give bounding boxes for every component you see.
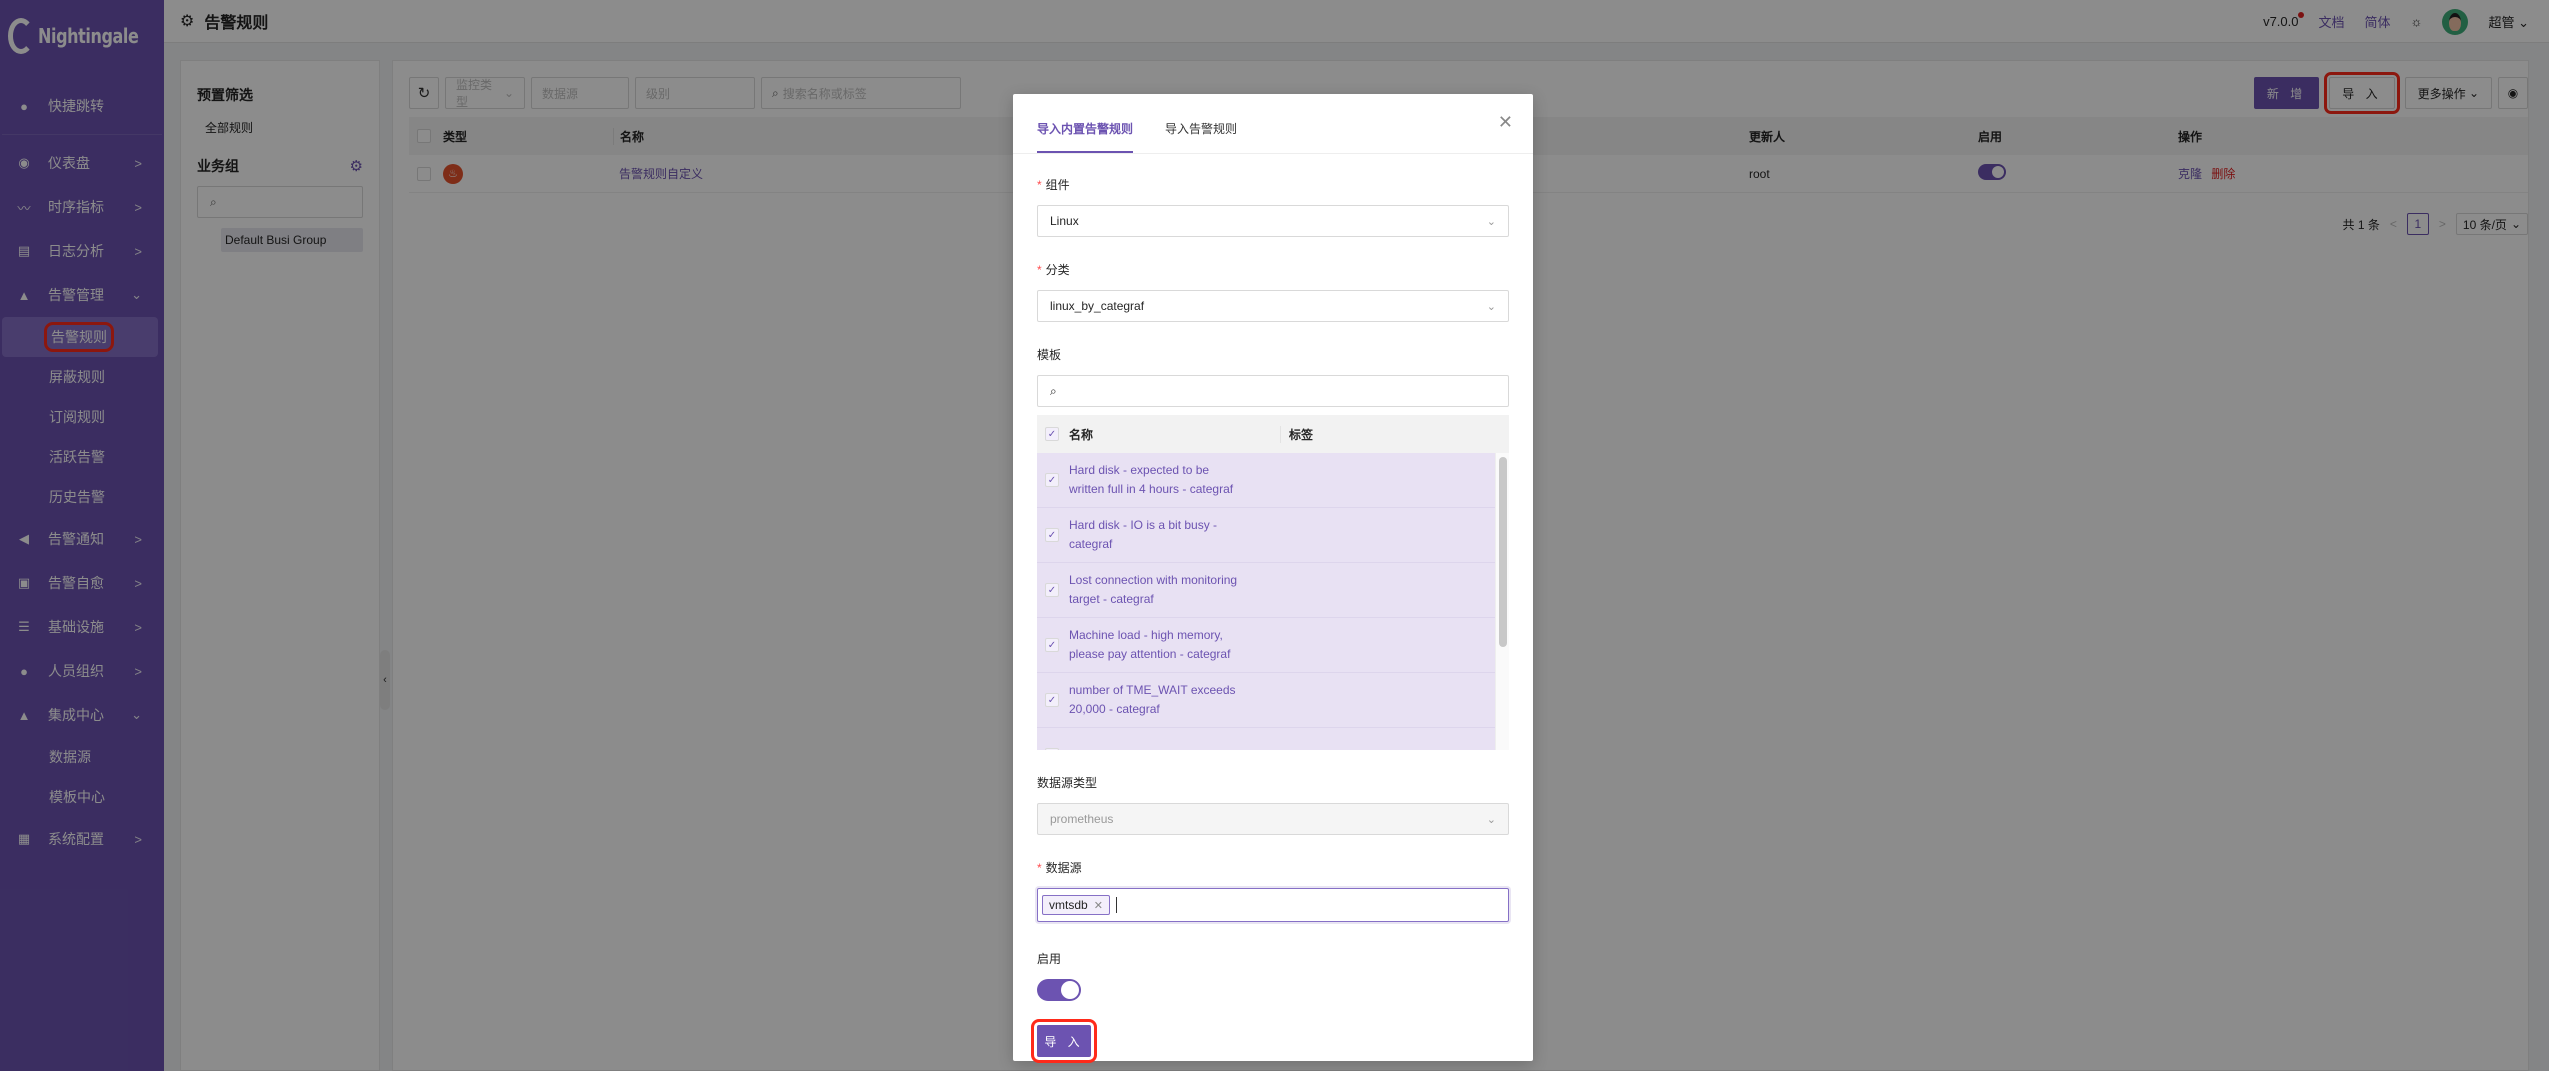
- template-name: packet loss in the inbound: [1069, 746, 1281, 751]
- template-rows: ✓ Hard disk - expected to be written full…: [1037, 453, 1495, 750]
- select-value: prometheus: [1050, 812, 1114, 826]
- tab-import-builtin-rules[interactable]: 导入内置告警规则: [1037, 120, 1134, 153]
- datasource-label: * 数据源: [1037, 859, 1509, 876]
- tag-label: vmtsdb: [1049, 898, 1088, 912]
- template-checkbox[interactable]: ✓: [1045, 473, 1059, 487]
- datasource-type-label: 数据源类型: [1037, 776, 1098, 790]
- label-text: 组件: [1045, 178, 1070, 192]
- remove-tag-icon[interactable]: ✕: [1094, 899, 1103, 912]
- import-rules-modal: 导入内置告警规则 导入告警规则 ✕ * 组件 Linux ⌄ * 分类 linux_…: [1013, 94, 1533, 1063]
- column-name: 名称: [1069, 425, 1281, 443]
- select-value: linux_by_categraf: [1050, 299, 1145, 313]
- enable-label: 启用: [1037, 952, 1062, 966]
- template-scrollbar[interactable]: [1495, 453, 1509, 750]
- column-tags: 标签: [1289, 427, 1314, 442]
- label-text: 分类: [1045, 263, 1070, 277]
- chevron-down-icon: ⌄: [1486, 813, 1496, 826]
- chevron-down-icon: ⌄: [1486, 215, 1496, 228]
- template-checkbox[interactable]: ✓: [1045, 693, 1059, 707]
- label-text: 数据源: [1045, 861, 1082, 875]
- template-name: Hard disk - expected to be written full i…: [1069, 463, 1234, 496]
- scrollbar-thumb[interactable]: [1499, 457, 1507, 647]
- datasource-tag: vmtsdb ✕: [1042, 895, 1110, 915]
- close-icon[interactable]: ✕: [1498, 112, 1513, 133]
- template-name: number of TME_WAIT exceeds 20,000 - categ…: [1069, 683, 1236, 716]
- tab-import-rules[interactable]: 导入告警规则: [1165, 120, 1237, 153]
- enable-switch[interactable]: [1037, 979, 1081, 1001]
- select-value: Linux: [1050, 214, 1079, 228]
- template-name: Machine load - high memory, please pay at…: [1069, 628, 1231, 661]
- template-row[interactable]: ✓ packet loss in the inbound: [1037, 728, 1495, 750]
- submit-import-button[interactable]: 导 入: [1031, 1019, 1097, 1063]
- template-row[interactable]: ✓ Lost connection with monitoring target …: [1037, 563, 1495, 618]
- template-label: 模板: [1037, 348, 1062, 362]
- select-all-templates-checkbox[interactable]: ✓: [1045, 427, 1059, 441]
- template-search-input[interactable]: ⌕: [1037, 375, 1509, 407]
- component-label: * 组件: [1037, 176, 1509, 193]
- template-checkbox[interactable]: ✓: [1045, 528, 1059, 542]
- search-icon: ⌕: [1050, 383, 1057, 398]
- template-checkbox[interactable]: ✓: [1045, 748, 1059, 750]
- template-name: Hard disk - IO is a bit busy - categraf: [1069, 518, 1218, 551]
- template-table-header: ✓ 名称 标签: [1037, 415, 1509, 453]
- modal-tabs: 导入内置告警规则 导入告警规则: [1013, 94, 1533, 154]
- datasource-multiselect[interactable]: vmtsdb ✕: [1037, 888, 1509, 922]
- category-label: * 分类: [1037, 261, 1509, 278]
- template-checkbox[interactable]: ✓: [1045, 583, 1059, 597]
- required-mark: *: [1037, 861, 1042, 875]
- datasource-type-select: prometheus ⌄: [1037, 803, 1509, 835]
- template-row[interactable]: ✓ Hard disk - IO is a bit busy - categraf: [1037, 508, 1495, 563]
- template-row[interactable]: ✓ number of TME_WAIT exceeds 20,000 - cat…: [1037, 673, 1495, 728]
- template-row[interactable]: ✓ Hard disk - expected to be written full…: [1037, 453, 1495, 508]
- category-select[interactable]: linux_by_categraf ⌄: [1037, 290, 1509, 322]
- required-mark: *: [1037, 263, 1042, 277]
- template-row[interactable]: ✓ Machine load - high memory, please pay …: [1037, 618, 1495, 673]
- component-select[interactable]: Linux ⌄: [1037, 205, 1509, 237]
- required-mark: *: [1037, 178, 1042, 192]
- template-name: Lost connection with monitoring target - …: [1069, 573, 1238, 606]
- text-cursor: [1115, 897, 1117, 913]
- template-table: ✓ 名称 标签 ✓ Hard disk - expected to be writ…: [1037, 415, 1509, 750]
- chevron-down-icon: ⌄: [1486, 300, 1496, 313]
- template-checkbox[interactable]: ✓: [1045, 638, 1059, 652]
